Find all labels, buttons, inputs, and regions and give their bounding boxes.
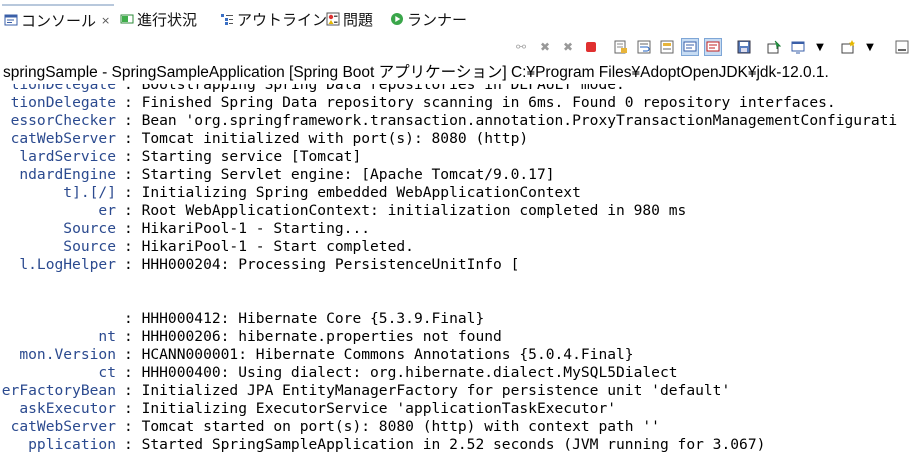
log-source: ct	[98, 364, 116, 381]
log-message: : Bootstrapping Spring Data repositories…	[124, 84, 625, 93]
log-source: askExecutor	[19, 400, 116, 417]
log-message: : HikariPool-1 - Start completed.	[124, 238, 414, 255]
log-message: : HCANN000001: Hibernate Commons Annotat…	[124, 346, 634, 363]
minimize-icon[interactable]	[894, 39, 910, 55]
pin-console-icon[interactable]	[766, 39, 782, 55]
log-source: erFactoryBean	[1, 382, 116, 399]
log-source: Source	[63, 238, 116, 255]
tab-runner[interactable]: ランナー	[390, 7, 467, 31]
dropdown-arrow-icon[interactable]: ▼	[862, 39, 878, 55]
log-message: : Initializing ExecutorService 'applicat…	[124, 400, 617, 417]
show-console-on-output-icon[interactable]	[659, 39, 675, 55]
log-message: : Initializing Spring embedded WebApplic…	[124, 184, 581, 201]
console-launch-title: springSample - SpringSampleApplication […	[3, 64, 829, 81]
console-toolbar: ⚯ ✖ ✖ ▼ ▼	[508, 36, 912, 60]
tab-label: コンソール	[21, 11, 97, 30]
log-message: : Initialized JPA EntityManagerFactory f…	[124, 382, 731, 399]
display-console-icon[interactable]	[790, 39, 806, 55]
show-stderr-icon[interactable]	[704, 38, 722, 56]
log-message: : Starting service [Tomcat]	[124, 148, 362, 165]
log-source: tionDelegate	[10, 84, 116, 93]
log-message: : HHH000206: hibernate.properties not fo…	[124, 328, 502, 345]
log-source: er	[98, 202, 116, 219]
console-icon	[4, 13, 18, 27]
log-source: lardService	[19, 148, 116, 165]
word-wrap-icon[interactable]	[636, 39, 652, 55]
problems-icon	[326, 12, 340, 26]
tab-outline[interactable]: アウトライン	[220, 7, 327, 31]
save-icon[interactable]	[736, 39, 752, 55]
log-source: nt	[98, 328, 116, 345]
log-source: tionDelegate	[10, 94, 116, 111]
tab-label: アウトライン	[237, 10, 328, 29]
disconnect-icon[interactable]: ⚯	[513, 39, 529, 55]
new-console-icon[interactable]	[840, 39, 856, 55]
log-source: Source	[63, 220, 116, 237]
tab-label: 進行状況	[137, 10, 198, 29]
show-stdout-icon[interactable]	[681, 38, 699, 56]
log-message: : HikariPool-1 - Starting...	[124, 220, 371, 237]
log-message: : Starting Servlet engine: [Apache Tomca…	[124, 166, 555, 183]
tab-console[interactable]: コンソール ×	[2, 4, 115, 34]
log-message: : Root WebApplicationContext: initializa…	[124, 202, 687, 219]
log-message: : Started SpringSampleApplication in 2.5…	[124, 436, 766, 453]
log-source: catWebServer	[10, 418, 116, 435]
log-source: ndardEngine	[19, 166, 116, 183]
log-message: : Finished Spring Data repository scanni…	[124, 94, 836, 111]
terminate-icon[interactable]: ✖	[537, 39, 553, 55]
tab-progress[interactable]: 進行状況	[120, 7, 197, 31]
run-icon	[390, 12, 404, 26]
tab-label: 問題	[343, 10, 374, 29]
log-message: : Tomcat started on port(s): 8080 (http)…	[124, 418, 660, 435]
log-source: mon.Version	[19, 346, 116, 363]
console-output[interactable]: tionDelegate : Bootstrapping Spring Data …	[0, 84, 912, 472]
dropdown-arrow-icon[interactable]: ▼	[812, 39, 828, 55]
log-message: : HHH000412: Hibernate Core {5.3.9.Final…	[124, 310, 485, 327]
tab-problems[interactable]: 問題	[326, 7, 373, 31]
log-source: t].[/]	[63, 184, 116, 201]
outline-icon	[220, 12, 234, 26]
remove-all-terminated-icon[interactable]: ✖	[560, 39, 576, 55]
scroll-lock-icon[interactable]	[613, 39, 629, 55]
log-message: : HHH000400: Using dialect: org.hibernat…	[124, 364, 678, 381]
log-source: catWebServer	[10, 130, 116, 147]
close-icon[interactable]: ×	[101, 14, 110, 27]
progress-icon	[120, 12, 134, 26]
view-tab-bar: コンソール × 進行状況 アウトライン 問題 ランナー	[0, 0, 912, 36]
log-source: pplication	[28, 436, 116, 453]
log-source: essorChecker	[10, 112, 116, 129]
stop-icon[interactable]	[583, 39, 599, 55]
log-source: l.LogHelper	[19, 256, 116, 273]
log-message: : Bean 'org.springframework.transaction.…	[124, 112, 898, 129]
tab-label: ランナー	[407, 10, 468, 29]
log-message: : Tomcat initialized with port(s): 8080 …	[124, 130, 529, 147]
log-message: : HHH000204: Processing PersistenceUnitI…	[124, 256, 520, 273]
